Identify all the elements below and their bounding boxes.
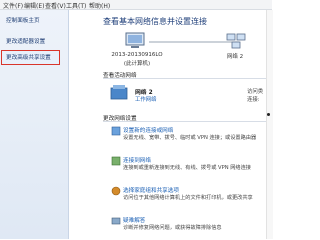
sidebar-item-adapter-settings[interactable]: 更改适配器设置: [6, 37, 45, 45]
main-content: 查看基本网络信息并设置连接 2013-20130916LO (此计算机) 网络 …: [69, 10, 272, 239]
computer-subtitle: (此计算机): [123, 61, 151, 67]
vertical-scrollbar[interactable]: [266, 10, 273, 239]
connect-to-network-desc: 连接到或重新连接到无线、有线、拨号或 VPN 网络连接: [123, 165, 251, 171]
homegroup-sharing-desc: 访问位于其他网络计算机上的文件和打印机，或更改共享: [123, 195, 253, 201]
menu-file[interactable]: 文件(F): [3, 1, 23, 10]
troubleshoot-icon: [111, 217, 121, 225]
computer-icon: [125, 32, 145, 48]
network-map: 2013-20130916LO (此计算机) 网络 2: [69, 32, 272, 72]
network-icon: [226, 33, 246, 49]
menu-view[interactable]: 查看(V): [45, 1, 66, 10]
menu-edit[interactable]: 编辑(E): [24, 1, 44, 10]
cursor-dot-icon: [267, 113, 270, 116]
network-bench-icon: [110, 85, 128, 100]
connect-network-icon: [111, 156, 121, 166]
divider: [103, 78, 272, 79]
page-title: 查看基本网络信息并设置连接: [103, 17, 207, 26]
menu-tools[interactable]: 工具(T): [66, 1, 86, 10]
access-type-label: 访问类: [247, 89, 264, 95]
homegroup-sharing-link[interactable]: 选择家庭组和共享选项: [123, 186, 179, 194]
menu-bar: 文件(F) 编辑(E) 查看(V) 工具(T) 帮助(H): [0, 0, 272, 10]
setup-connection-link[interactable]: 设置新的连接或网络: [123, 126, 173, 134]
connect-to-network-link[interactable]: 连接到网络: [123, 156, 151, 164]
setup-connection-desc: 设置无线、宽带、拨号、临时或 VPN 连接；或设置路由器: [123, 135, 257, 141]
sidebar-item-control-panel-home[interactable]: 控制面板主页: [6, 16, 40, 24]
troubleshoot-desc: 诊断并修复网络问题，或获得故障排除信息: [123, 225, 222, 231]
sidebar-item-advanced-sharing[interactable]: 更改高级共享设置: [6, 53, 51, 61]
sidebar: 控制面板主页 更改适配器设置 更改高级共享设置: [0, 10, 69, 239]
troubleshoot-link[interactable]: 疑难解答: [123, 216, 145, 224]
network-type-link[interactable]: 工作网络: [135, 95, 157, 103]
new-connection-icon: [111, 126, 121, 136]
menu-help[interactable]: 帮助(H): [89, 1, 110, 10]
network-node-label: 网络 2: [226, 54, 244, 60]
homegroup-icon: [111, 186, 121, 196]
divider: [103, 121, 272, 122]
connection-label: 连接:: [247, 97, 260, 103]
computer-name: 2013-20130916LO: [111, 52, 163, 58]
